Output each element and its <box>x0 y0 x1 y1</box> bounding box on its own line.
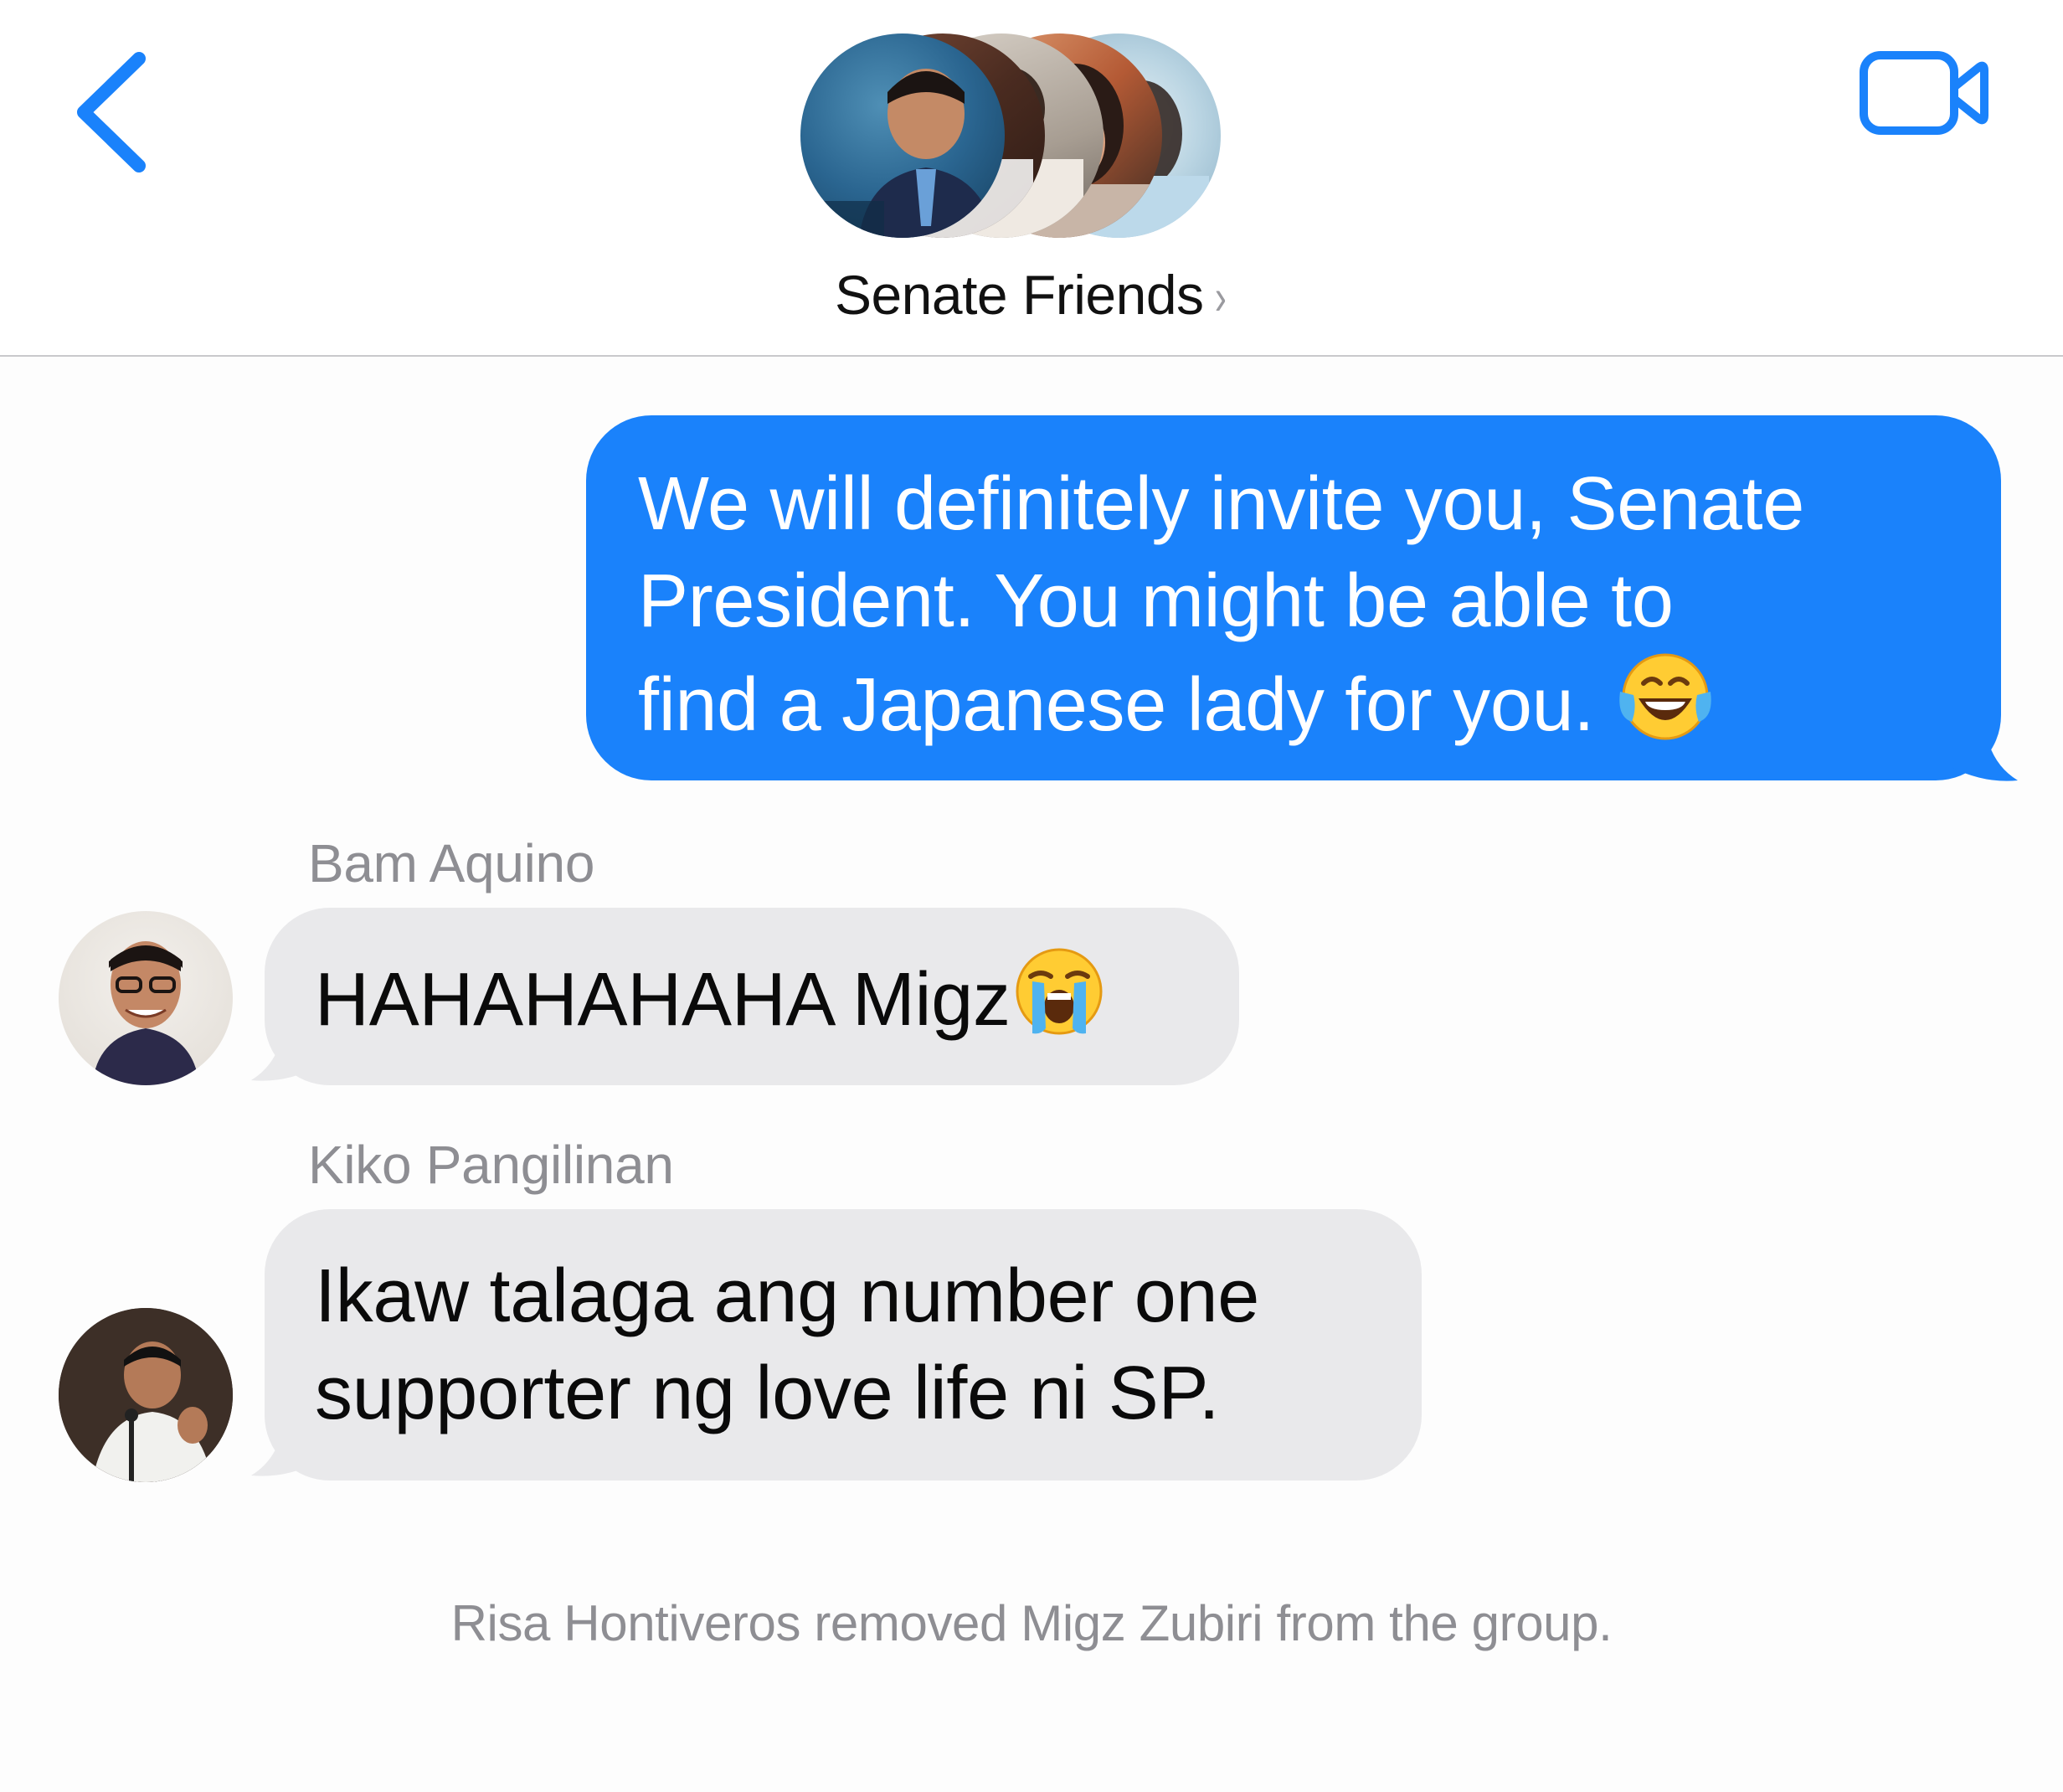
group-name-button[interactable]: Senate Friends › <box>0 263 2063 327</box>
message-line: HAHAHAHAHA Migz <box>315 945 1206 1060</box>
sender-name: Bam Aquino <box>308 833 595 893</box>
sender-avatar-kiko-pangilinan[interactable] <box>59 1308 233 1482</box>
face-with-tears-of-joy-icon <box>1615 650 1716 765</box>
message-line: President. You might be able to <box>638 559 1674 643</box>
chevron-right-icon: › <box>1214 269 1227 325</box>
facetime-video-button[interactable] <box>1857 47 1991 139</box>
incoming-message-bubble[interactable]: HAHAHAHAHA Migz <box>265 908 1239 1085</box>
message-line: We will definitely invite you, Senate <box>638 462 1804 546</box>
outgoing-message-bubble[interactable]: We will definitely invite you, Senate Pr… <box>586 415 2001 780</box>
conversation-screen: Senate Friends › We will definitely invit… <box>0 0 2063 1792</box>
member-avatar-main <box>800 33 1005 238</box>
message-line: supporter ng love life ni SP. <box>315 1352 1220 1435</box>
incoming-bubble-tail <box>251 1415 318 1476</box>
message-line-text: find a Japanese lady for you. <box>638 663 1595 747</box>
video-camera-icon <box>1860 51 1988 135</box>
sender-avatar-bam-aquino[interactable] <box>59 911 233 1085</box>
outgoing-bubble-tail <box>1951 720 2018 781</box>
chevron-left-icon <box>77 52 146 173</box>
group-avatar-stack[interactable] <box>800 33 1269 239</box>
message-line-text: HAHAHAHAHA Migz <box>315 958 1011 1042</box>
back-button[interactable] <box>59 42 159 176</box>
group-name: Senate Friends <box>834 264 1204 326</box>
system-notice: Risa Hontiveros removed Migz Zubiri from… <box>450 1595 1613 1651</box>
loudly-crying-face-icon <box>1011 945 1108 1060</box>
sender-name: Kiko Pangilinan <box>308 1135 674 1195</box>
message-line: Ikaw talaga ang number one <box>315 1254 1259 1338</box>
conversation-header: Senate Friends › <box>0 0 2063 357</box>
message-line: find a Japanese lady for you. <box>638 650 1968 765</box>
incoming-bubble-tail <box>251 1020 318 1081</box>
incoming-message-bubble[interactable]: Ikaw talaga ang number one supporter ng … <box>265 1209 1422 1480</box>
